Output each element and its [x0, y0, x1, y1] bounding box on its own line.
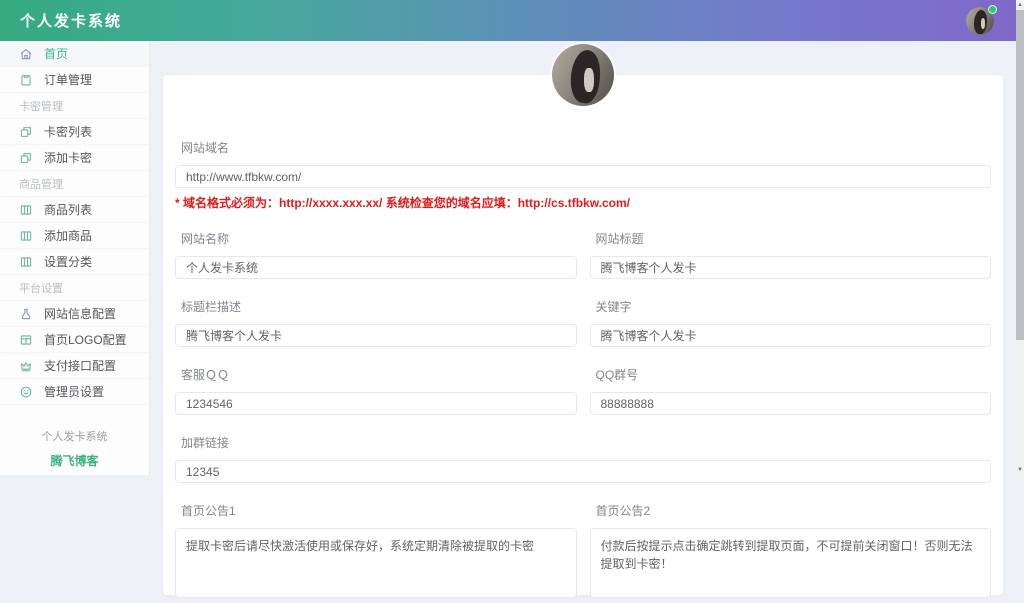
sidebar-nav: 首页 订单管理 卡密管理 卡密列表 添加卡密 商品管理 商品列表 添加商品 设置…: [0, 41, 150, 475]
book-columns-icon: [19, 255, 33, 269]
title-desc-input[interactable]: [175, 324, 577, 347]
site-title-input[interactable]: [589, 256, 991, 279]
crown-icon: [19, 359, 33, 373]
domain-input[interactable]: [175, 165, 991, 188]
layout-icon: [19, 333, 33, 347]
flask-icon: [19, 307, 33, 321]
keywords-field: 关键字: [589, 298, 991, 347]
sidebar-item-label: 管理员设置: [44, 385, 105, 399]
smiley-icon: [19, 385, 33, 399]
keywords-input[interactable]: [589, 324, 991, 347]
cards-copy-icon: [19, 125, 33, 139]
qq-group-label: QQ群号: [595, 368, 639, 382]
scroll-up-arrow-icon[interactable]: ▲: [1016, 0, 1024, 10]
book-columns-icon: [19, 229, 33, 243]
keywords-label: 关键字: [595, 300, 632, 314]
group-link-label: 加群链接: [181, 436, 230, 450]
scrollbar-thumb[interactable]: [1016, 10, 1024, 340]
sidebar-item-label: 订单管理: [44, 73, 93, 87]
site-name-input[interactable]: [175, 256, 577, 279]
notice2-textarea[interactable]: 付款后按提示点击确定跳转到提取页面，不可提前关闭窗口！否则无法提取到卡密！: [589, 528, 991, 598]
sidebar-section-product-management: 商品管理: [0, 171, 149, 197]
site-title-field: 网站标题: [589, 230, 991, 279]
sidebar-item-category-settings[interactable]: 设置分类: [0, 249, 149, 275]
sidebar-item-card-add[interactable]: 添加卡密: [0, 145, 149, 171]
site-title-label: 网站标题: [595, 232, 644, 246]
footer-blog-link[interactable]: 腾飞博客: [0, 452, 149, 469]
qq-group-input[interactable]: [589, 392, 991, 415]
title-desc-field: 标题栏描述: [175, 298, 577, 347]
order-clipboard-icon: [19, 73, 33, 87]
sidebar-item-site-info-config[interactable]: 网站信息配置: [0, 301, 149, 327]
notice2-label: 首页公告2: [595, 504, 651, 518]
home-icon: [19, 47, 33, 61]
sidebar-item-product-add[interactable]: 添加商品: [0, 223, 149, 249]
sidebar-item-card-list[interactable]: 卡密列表: [0, 119, 149, 145]
sidebar-section-card-management: 卡密管理: [0, 93, 149, 119]
book-columns-icon: [19, 203, 33, 217]
sidebar-item-home[interactable]: 首页: [0, 41, 149, 67]
scroll-down-arrow-icon[interactable]: ▼: [1016, 465, 1024, 475]
service-qq-input[interactable]: [175, 392, 577, 415]
sidebar-item-label: 添加商品: [44, 229, 93, 243]
site-avatar[interactable]: [552, 44, 614, 106]
sidebar-item-label: 商品列表: [44, 203, 93, 217]
app-title: 个人发卡系统: [20, 13, 123, 30]
sidebar-item-label: 卡密列表: [44, 125, 93, 139]
group-link-field: 加群链接: [175, 434, 991, 483]
sidebar-section-platform-settings: 平台设置: [0, 275, 149, 301]
service-qq-label: 客服ＱＱ: [181, 368, 230, 382]
group-link-input[interactable]: [175, 460, 991, 483]
sidebar-footer: 个人发卡系统 腾飞博客: [0, 428, 149, 469]
online-status-badge: [988, 5, 997, 14]
sidebar-item-label: 首页: [44, 47, 69, 61]
footer-system-name: 个人发卡系统: [41, 431, 108, 443]
site-info-form: 网站域名 * 域名格式必须为：http://xxxx.xxx.xx/ 系统检查您…: [163, 75, 1003, 603]
domain-label: 网站域名: [181, 141, 230, 155]
notice2-field: 首页公告2 付款后按提示点击确定跳转到提取页面，不可提前关闭窗口！否则无法提取到…: [589, 502, 991, 603]
sidebar-item-label: 首页LOGO配置: [44, 333, 127, 347]
sidebar-item-admin-settings[interactable]: 管理员设置: [0, 379, 149, 405]
qq-group-field: QQ群号: [589, 366, 991, 415]
sidebar-item-payment-config[interactable]: 支付接口配置: [0, 353, 149, 379]
avatar-photo: [552, 44, 614, 106]
title-desc-label: 标题栏描述: [181, 300, 242, 314]
domain-format-note: * 域名格式必须为：http://xxxx.xxx.xx/ 系统检查您的域名应填…: [175, 196, 630, 210]
main-content-area: 网站域名 * 域名格式必须为：http://xxxx.xxx.xx/ 系统检查您…: [150, 41, 1016, 598]
page-scrollbar[interactable]: ▲ ▼: [1016, 0, 1024, 475]
sidebar-item-label: 设置分类: [44, 255, 93, 269]
site-info-config-card: 网站域名 * 域名格式必须为：http://xxxx.xxx.xx/ 系统检查您…: [163, 44, 1003, 598]
notice1-field: 首页公告1 提取卡密后请尽快激活使用或保存好，系统定期清除被提取的卡密: [175, 502, 577, 603]
sidebar-item-label: 支付接口配置: [44, 359, 117, 373]
sidebar-item-label: 网站信息配置: [44, 307, 117, 321]
service-qq-field: 客服ＱＱ: [175, 366, 577, 415]
notice1-label: 首页公告1: [181, 504, 236, 518]
cards-copy-icon: [19, 151, 33, 165]
site-name-field: 网站名称: [175, 230, 577, 279]
sidebar-item-orders[interactable]: 订单管理: [0, 67, 149, 93]
top-header-bar: 个人发卡系统: [0, 0, 1016, 41]
sidebar-item-product-list[interactable]: 商品列表: [0, 197, 149, 223]
sidebar-item-logo-config[interactable]: 首页LOGO配置: [0, 327, 149, 353]
site-name-label: 网站名称: [181, 232, 230, 246]
notice1-textarea[interactable]: 提取卡密后请尽快激活使用或保存好，系统定期清除被提取的卡密: [175, 528, 577, 598]
sidebar-item-label: 添加卡密: [44, 151, 93, 165]
